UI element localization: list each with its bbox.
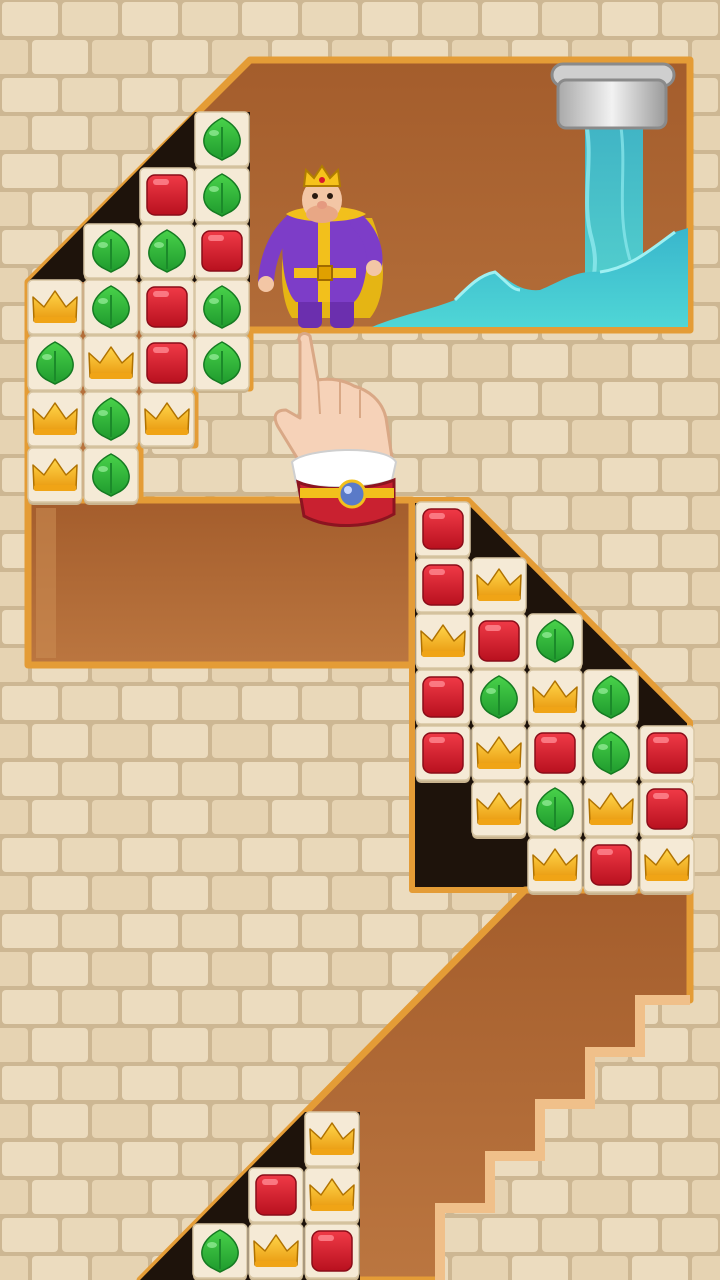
game-stage bbox=[0, 0, 720, 1280]
red-jelly-icon bbox=[422, 676, 464, 718]
match-tile[interactable] bbox=[415, 669, 471, 727]
match-tile[interactable] bbox=[27, 391, 83, 449]
game-canvas bbox=[0, 0, 720, 1280]
match-tile[interactable] bbox=[83, 279, 139, 337]
match-tile[interactable] bbox=[415, 613, 471, 671]
red-jelly-icon bbox=[311, 1230, 353, 1272]
red-jelly-icon bbox=[146, 342, 188, 384]
red-jelly-icon bbox=[146, 286, 188, 328]
match-tile[interactable] bbox=[639, 781, 695, 839]
match-tile[interactable] bbox=[139, 335, 195, 393]
red-jelly-icon bbox=[478, 620, 520, 662]
match-tile[interactable] bbox=[415, 557, 471, 615]
match-tile[interactable] bbox=[583, 837, 639, 895]
match-tile[interactable] bbox=[83, 335, 139, 393]
match-tile[interactable] bbox=[139, 223, 195, 281]
match-tile[interactable] bbox=[248, 1223, 304, 1280]
match-tile[interactable] bbox=[248, 1167, 304, 1225]
match-tile[interactable] bbox=[471, 557, 527, 615]
match-tile[interactable] bbox=[139, 391, 195, 449]
red-jelly-icon bbox=[146, 174, 188, 216]
red-jelly-icon bbox=[422, 564, 464, 606]
match-tile[interactable] bbox=[639, 837, 695, 895]
match-tile[interactable] bbox=[471, 613, 527, 671]
match-tile[interactable] bbox=[194, 335, 250, 393]
match-tile[interactable] bbox=[527, 613, 583, 671]
match-tile[interactable] bbox=[194, 167, 250, 225]
match-tile[interactable] bbox=[27, 335, 83, 393]
red-jelly-icon bbox=[646, 788, 688, 830]
match-tile[interactable] bbox=[194, 279, 250, 337]
red-jelly-icon bbox=[590, 844, 632, 886]
match-tile[interactable] bbox=[583, 781, 639, 839]
match-tile[interactable] bbox=[27, 447, 83, 505]
match-tile[interactable] bbox=[583, 725, 639, 783]
match-tile[interactable] bbox=[192, 1223, 248, 1280]
match-tile[interactable] bbox=[415, 725, 471, 783]
red-jelly-icon bbox=[646, 732, 688, 774]
match-tile[interactable] bbox=[194, 223, 250, 281]
match-tile[interactable] bbox=[471, 725, 527, 783]
match-tile[interactable] bbox=[139, 279, 195, 337]
match-tile[interactable] bbox=[583, 669, 639, 727]
match-tile[interactable] bbox=[27, 279, 83, 337]
match-tile[interactable] bbox=[304, 1167, 360, 1225]
match-tile[interactable] bbox=[83, 447, 139, 505]
match-tile[interactable] bbox=[83, 223, 139, 281]
match-tile[interactable] bbox=[527, 725, 583, 783]
match-tile[interactable] bbox=[471, 781, 527, 839]
match-tile[interactable] bbox=[194, 111, 250, 169]
match-tile[interactable] bbox=[639, 725, 695, 783]
red-jelly-icon bbox=[422, 508, 464, 550]
red-jelly-icon bbox=[201, 230, 243, 272]
match-tile[interactable] bbox=[304, 1111, 360, 1169]
match-tile[interactable] bbox=[471, 669, 527, 727]
match-tile[interactable] bbox=[139, 167, 195, 225]
match-tile[interactable] bbox=[304, 1223, 360, 1280]
red-jelly-icon bbox=[534, 732, 576, 774]
red-jelly-icon bbox=[255, 1174, 297, 1216]
match-tile[interactable] bbox=[527, 781, 583, 839]
match-tile[interactable] bbox=[415, 501, 471, 559]
match-tile[interactable] bbox=[527, 837, 583, 895]
red-jelly-icon bbox=[422, 732, 464, 774]
match-tile[interactable] bbox=[527, 669, 583, 727]
match-tile[interactable] bbox=[83, 391, 139, 449]
